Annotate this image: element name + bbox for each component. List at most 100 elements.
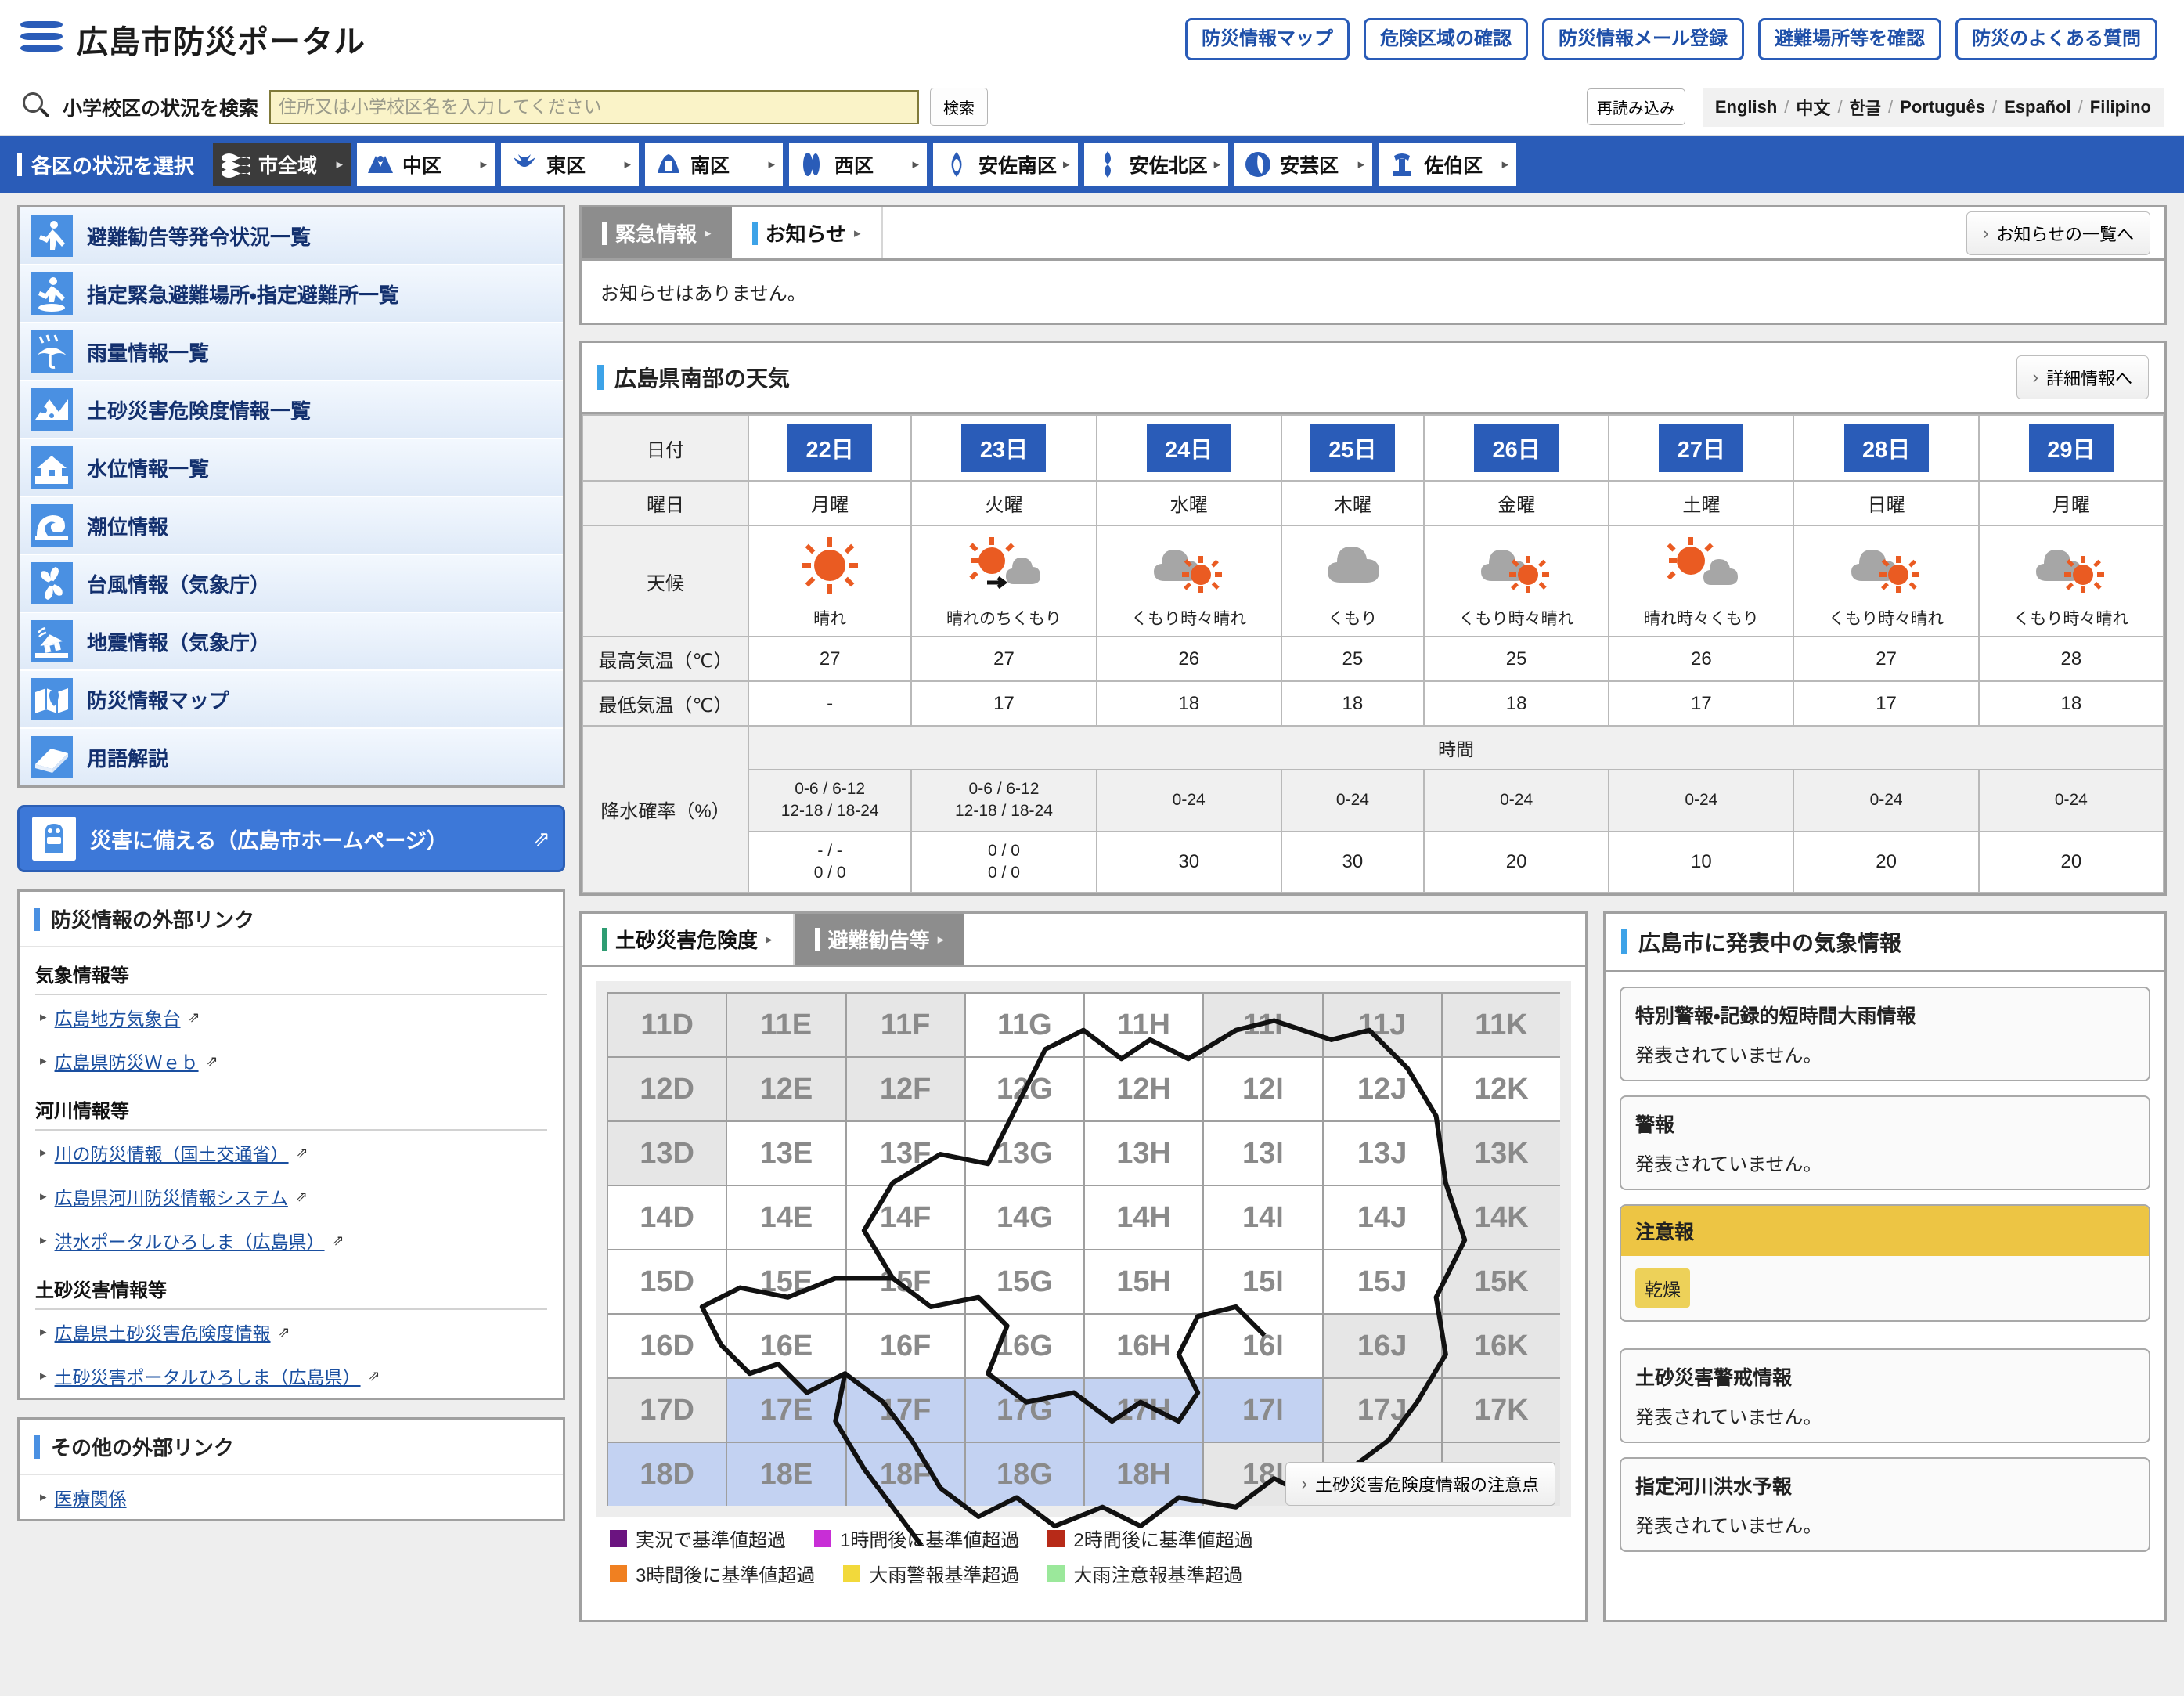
link-pref-sediment-risk[interactable]: 広島県土砂災害危険度情報 (55, 1319, 271, 1345)
mesh-cell[interactable]: 14G (965, 1186, 1083, 1250)
sidebar-item-tide[interactable]: 潮位情報 (20, 497, 563, 555)
sidebar-item-typhoon[interactable]: 台風情報（気象庁） (20, 555, 563, 613)
tab-emergency-info[interactable]: 緊急情報 ▸ (582, 207, 732, 258)
sidebar-item-shelter-list[interactable]: 指定緊急避難場所・指定避難所一覧 (20, 265, 563, 323)
sidebar-item-disaster-map[interactable]: 防災情報マップ (20, 671, 563, 729)
mesh-cell[interactable]: 13J (1323, 1122, 1441, 1185)
mesh-cell[interactable]: 14E (727, 1186, 845, 1250)
sidebar-item-glossary[interactable]: 用語解説 (20, 729, 563, 785)
mesh-cell[interactable]: 14F (846, 1186, 964, 1250)
mesh-cell[interactable]: 11I (1204, 994, 1322, 1057)
tab-evacuation-advisory[interactable]: 避難勧告等 ▸ (794, 914, 965, 965)
ward-tab-asaminami[interactable]: 安佐南区 ▸ (933, 143, 1078, 186)
mesh-cell[interactable]: 13D (608, 1122, 726, 1185)
sidebar-item-earthquake[interactable]: 地震情報（気象庁） (20, 613, 563, 671)
ward-tab-nishi[interactable]: 西区 ▸ (789, 143, 928, 186)
mesh-cell[interactable]: 13H (1085, 1122, 1203, 1185)
mesh-cell[interactable]: 13K (1442, 1122, 1560, 1185)
mesh-cell[interactable]: 17D (608, 1379, 726, 1442)
mesh-cell[interactable]: 14H (1085, 1186, 1203, 1250)
link-hiroshima-bousai-web[interactable]: 広島県防災Ｗｅｂ (55, 1048, 199, 1074)
language-link-spanish[interactable]: Español (2004, 97, 2071, 117)
link-flood-portal[interactable]: 洪水ポータルひろしま（広島県） (55, 1227, 325, 1254)
mesh-cell[interactable]: 16H (1085, 1315, 1203, 1378)
header-button-mail-register[interactable]: 防災情報メール登録 (1542, 17, 1744, 60)
link-sediment-portal[interactable]: 土砂災害ポータルひろしま（広島県） (55, 1362, 361, 1389)
reload-button[interactable]: 再読み込み (1586, 88, 1685, 125)
tab-news[interactable]: お知らせ ▸ (731, 207, 883, 258)
mesh-cell[interactable]: 13E (727, 1122, 845, 1185)
header-button-faq[interactable]: 防災のよくある質問 (1955, 17, 2157, 60)
mesh-cell[interactable]: 18G (965, 1443, 1083, 1507)
ward-tab-aki[interactable]: 安芸区 ▸ (1234, 143, 1373, 186)
search-submit-button[interactable]: 検索 (930, 88, 989, 126)
mesh-cell[interactable]: 12I (1204, 1058, 1322, 1121)
mesh-cell[interactable]: 12K (1442, 1058, 1560, 1121)
link-hiroshima-met-office[interactable]: 広島地方気象台 (55, 1004, 181, 1030)
mesh-cell[interactable]: 16J (1323, 1315, 1441, 1378)
ward-tab-asakita[interactable]: 安佐北区 ▸ (1083, 143, 1229, 186)
mesh-cell[interactable]: 15K (1442, 1250, 1560, 1314)
header-button-disaster-map[interactable]: 防災情報マップ (1185, 17, 1350, 60)
language-link-filipino[interactable]: Filipino (2090, 97, 2151, 117)
search-input[interactable] (269, 89, 920, 124)
mesh-cell[interactable]: 17J (1323, 1379, 1441, 1442)
ward-tab-saeki[interactable]: 佐伯区 ▸ (1379, 143, 1517, 186)
sidebar-item-landslide-risk[interactable]: 土砂災害危険度情報一覧 (20, 381, 563, 439)
language-link-korean[interactable]: 한글 (1850, 95, 1881, 120)
list-item[interactable]: ▸ 広島地方気象台 ⇗ (20, 995, 563, 1039)
list-item[interactable]: ▸ 洪水ポータルひろしま（広島県） ⇗ (20, 1218, 563, 1262)
mesh-cell[interactable]: 16E (727, 1315, 845, 1378)
mesh-cell[interactable]: 12E (727, 1058, 845, 1121)
mesh-cell[interactable]: 16G (965, 1315, 1083, 1378)
mesh-cell[interactable]: 11D (608, 994, 726, 1057)
mesh-cell[interactable]: 17G (965, 1379, 1083, 1442)
mesh-cell[interactable]: 17H (1085, 1379, 1203, 1442)
mesh-cell[interactable]: 12J (1323, 1058, 1441, 1121)
mesh-cell[interactable]: 13I (1204, 1122, 1322, 1185)
mesh-cell[interactable]: 15D (608, 1250, 726, 1314)
sediment-note-button[interactable]: › 土砂災害危険度情報の注意点 (1285, 1462, 1555, 1507)
news-list-button[interactable]: › お知らせの一覧へ (1966, 211, 2150, 255)
mesh-cell[interactable]: 14K (1442, 1186, 1560, 1250)
mesh-cell[interactable]: 14D (608, 1186, 726, 1250)
sidebar-item-evacuation-orders[interactable]: 避難勧告等発令状況一覧 (20, 207, 563, 265)
list-item[interactable]: ▸ 広島県河川防災情報システム ⇗ (20, 1175, 563, 1218)
mesh-cell[interactable]: 17K (1442, 1379, 1560, 1442)
mesh-cell[interactable]: 18F (846, 1443, 964, 1507)
sediment-map[interactable]: 11D 11E 11F 11G 11H 11I 11J 11K 12D 12E 12F 12G 12H 1… (596, 981, 1571, 1547)
mesh-cell[interactable]: 18D (608, 1443, 726, 1507)
ward-tab-city-wide[interactable]: 市全域 ▸ (213, 143, 351, 186)
mesh-grid[interactable]: 11D 11E 11F 11G 11H 11I 11J 11K 12D 12E 12F 12G 12H 1… (607, 992, 1560, 1507)
mesh-cell[interactable]: 16F (846, 1315, 964, 1378)
mesh-cell[interactable]: 12F (846, 1058, 964, 1121)
prepare-for-disaster-button[interactable]: 災害に備える（広島市ホームページ） ⇗ (17, 805, 565, 872)
mesh-cell[interactable]: 12D (608, 1058, 726, 1121)
header-button-hazard-area[interactable]: 危険区域の確認 (1364, 17, 1528, 60)
mesh-cell[interactable]: 15J (1323, 1250, 1441, 1314)
mesh-cell[interactable]: 17I (1204, 1379, 1322, 1442)
mesh-cell[interactable]: 15I (1204, 1250, 1322, 1314)
sidebar-item-water-level[interactable]: 水位情報一覧 (20, 439, 563, 497)
mesh-cell[interactable]: 18H (1085, 1443, 1203, 1507)
mesh-cell[interactable]: 11J (1323, 994, 1441, 1057)
mesh-cell[interactable]: 12H (1085, 1058, 1203, 1121)
ward-tab-naka[interactable]: 中区 ▸ (357, 143, 496, 186)
mesh-cell[interactable]: 14I (1204, 1186, 1322, 1250)
link-medical[interactable]: 医療関係 (55, 1484, 127, 1510)
language-link-portuguese[interactable]: Português (1900, 97, 1985, 117)
link-river-disaster-info[interactable]: 川の防災情報（国土交通省） (55, 1139, 289, 1166)
list-item[interactable]: ▸ 医療関係 (20, 1475, 563, 1519)
mesh-cell[interactable]: 13F (846, 1122, 964, 1185)
mesh-cell[interactable]: 17F (846, 1379, 964, 1442)
language-link-chinese[interactable]: 中文 (1796, 95, 1830, 120)
mesh-cell[interactable]: 15H (1085, 1250, 1203, 1314)
mesh-cell[interactable]: 11H (1085, 994, 1203, 1057)
link-pref-river-system[interactable]: 広島県河川防災情報システム (55, 1183, 288, 1210)
mesh-cell[interactable]: 11G (965, 994, 1083, 1057)
mesh-cell[interactable]: 16D (608, 1315, 726, 1378)
weather-detail-button[interactable]: › 詳細情報へ (2016, 355, 2149, 399)
mesh-cell[interactable]: 14J (1323, 1186, 1441, 1250)
mesh-cell[interactable]: 15E (727, 1250, 845, 1314)
mesh-cell[interactable]: 17E (727, 1379, 845, 1442)
